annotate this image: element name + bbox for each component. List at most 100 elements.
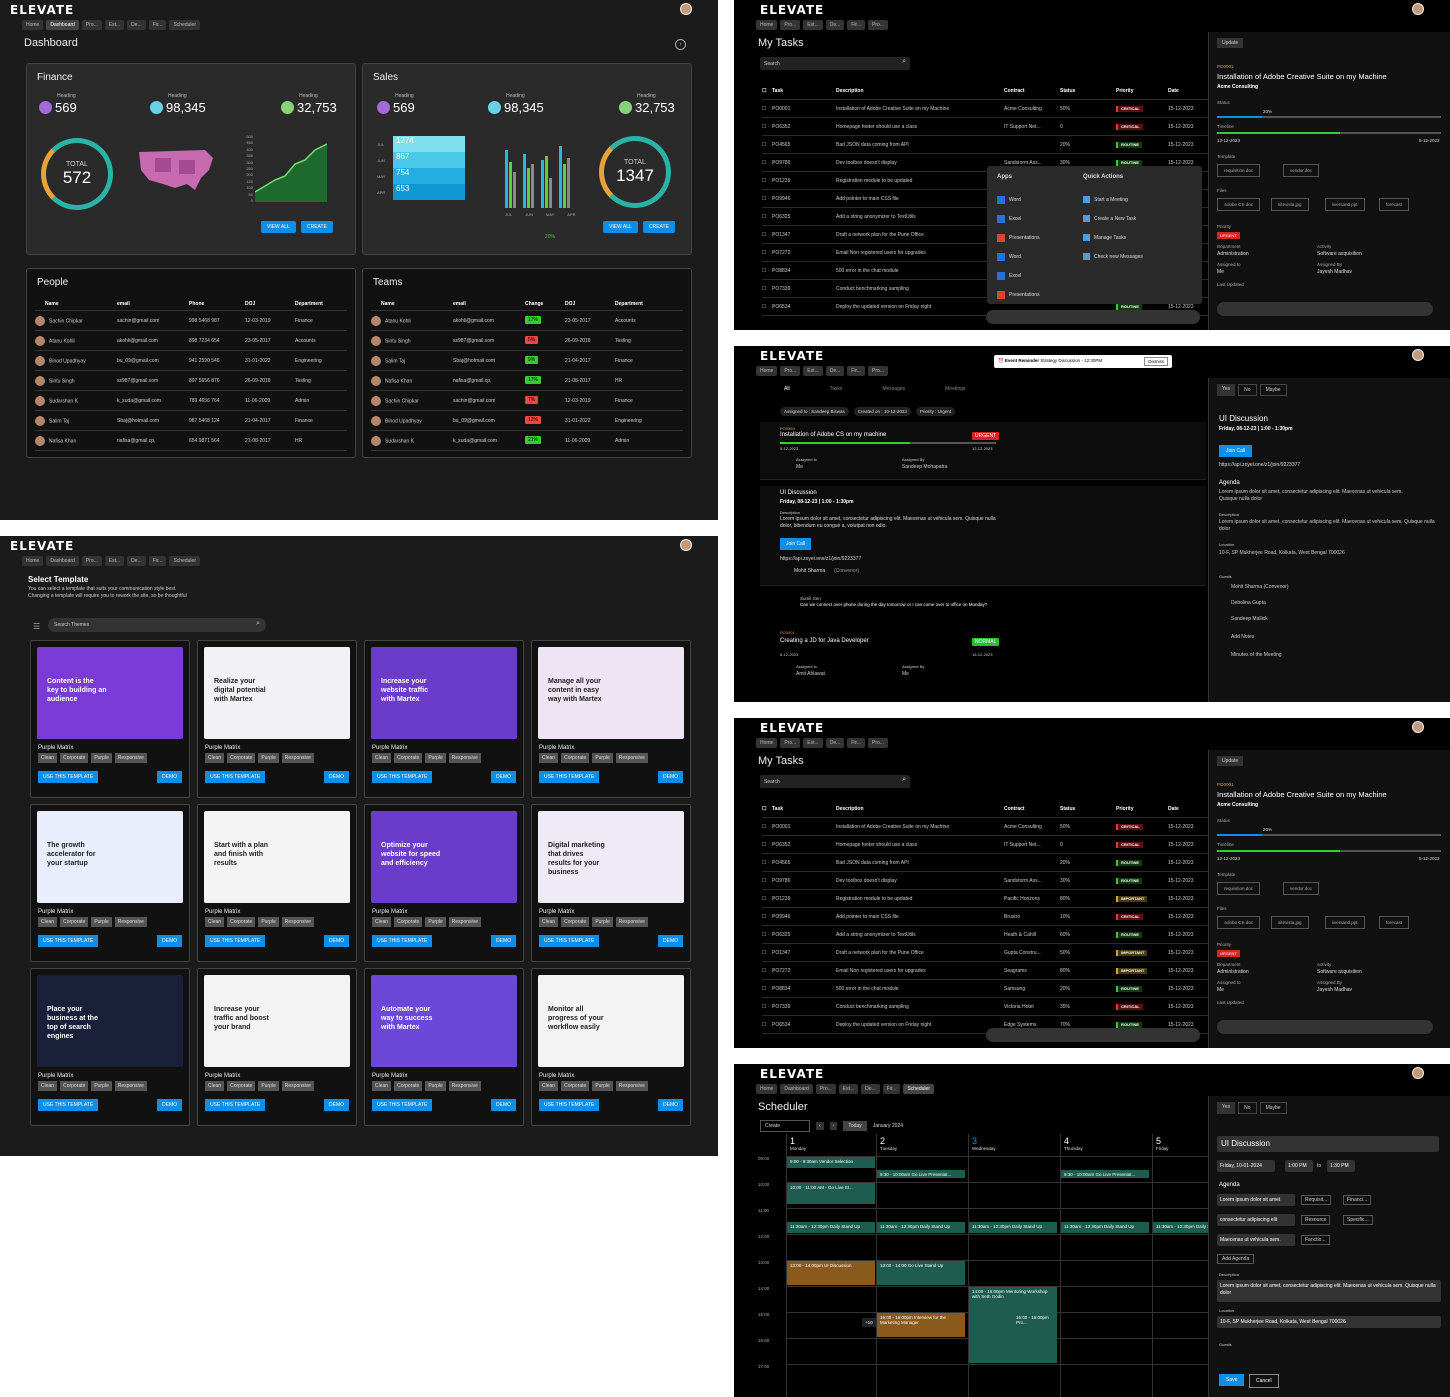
tab-project-2[interactable]: Pro... xyxy=(868,738,888,748)
tab-estimate[interactable]: Est... xyxy=(838,1084,859,1094)
template-card[interactable]: Manage all your content in easy way with… xyxy=(531,640,691,798)
use-template-button[interactable]: USE THIS TEMPLATE xyxy=(372,935,433,947)
row-checkbox[interactable]: ☐ xyxy=(762,842,772,848)
filter-icon[interactable]: ☰ xyxy=(33,622,40,631)
doc-chip[interactable]: Requisit... xyxy=(1301,1195,1332,1205)
tab-home[interactable]: Home xyxy=(756,1084,778,1094)
use-template-button[interactable]: USE THIS TEMPLATE xyxy=(205,935,266,947)
tab-finance[interactable]: Fir... xyxy=(847,20,865,30)
use-template-button[interactable]: USE THIS TEMPLATE xyxy=(372,1099,433,1111)
demo-button[interactable]: DEMO xyxy=(491,771,516,783)
table-row[interactable]: ☐ PO9786 Dev toolbox doesn't display Sandst… xyxy=(762,872,1208,890)
rsvp-yes-button[interactable]: Yes xyxy=(1217,1102,1236,1114)
table-row[interactable]: Salim Taj Sbaj@hotmail.com 9% 21-04-2017 Fin… xyxy=(371,351,683,371)
tab-project-2[interactable]: Pro... xyxy=(868,366,888,376)
tab-scheduler[interactable]: Scheduler xyxy=(169,556,200,566)
agenda-item[interactable]: Lorem ipsum dolor sit amet xyxy=(1217,1194,1295,1206)
task-id[interactable]: PO8834 xyxy=(772,986,836,992)
comment-input[interactable] xyxy=(1217,302,1433,316)
rsvp-no-button[interactable]: No xyxy=(1238,1102,1257,1114)
row-checkbox[interactable]: ☐ xyxy=(762,986,772,992)
update-button[interactable]: Update xyxy=(1217,38,1244,48)
row-checkbox[interactable]: ☐ xyxy=(762,1022,772,1028)
task-id[interactable]: PO9946 xyxy=(772,914,836,920)
avatar[interactable] xyxy=(1412,1067,1424,1079)
tab-dev[interactable]: De... xyxy=(825,20,845,30)
update-button[interactable]: Update xyxy=(1217,756,1244,766)
use-template-button[interactable]: USE THIS TEMPLATE xyxy=(205,771,266,783)
avatar[interactable] xyxy=(680,539,692,551)
table-row[interactable]: ☐ PO4565 Bad JSON data coming from API 20% R… xyxy=(762,854,1208,872)
row-checkbox[interactable]: ☐ xyxy=(762,878,772,884)
calendar-event[interactable]: 13:00 - 14:00pm UI Discussion xyxy=(787,1261,875,1285)
create-dropdown[interactable]: Create xyxy=(760,1120,810,1132)
tab-project[interactable]: Pro... xyxy=(81,556,102,566)
search-icon[interactable]: ⌕ xyxy=(902,776,906,784)
quick-action-item[interactable]: Create a New Task xyxy=(1083,209,1143,228)
demo-button[interactable]: DEMO xyxy=(658,935,683,947)
template-file[interactable]: requisition.doc xyxy=(1217,882,1261,895)
add-agenda-button[interactable]: Add Agenda xyxy=(1217,1254,1255,1264)
calendar-event[interactable]: 11:30am - 12:30pm Daily Stand Up xyxy=(969,1222,1057,1233)
demo-button[interactable]: DEMO xyxy=(658,1099,683,1111)
search-icon[interactable]: ⌕ xyxy=(902,58,906,66)
tab-home[interactable]: Home xyxy=(756,738,778,748)
table-row[interactable]: Nafisa Khan nafisa@gmail.cp, 17% 21-08-2017… xyxy=(371,371,683,391)
table-row[interactable]: Sudarshan Kk_suda@gmail.com 21% 11-06-2009… xyxy=(371,431,683,451)
filter-chip[interactable]: Assigned to : Sandeep Biswas xyxy=(780,407,849,416)
table-row[interactable]: ☐ PO1239 Registration module to be updated… xyxy=(762,890,1208,908)
agenda-item[interactable]: Maecenas ut vehicula sem. xyxy=(1217,1234,1295,1246)
tab-project[interactable]: Pro... xyxy=(780,738,801,748)
rsvp-yes-button[interactable]: Yes xyxy=(1217,384,1236,396)
tab-tasks[interactable]: Tasks xyxy=(830,386,843,392)
filter-chip[interactable]: Priority : Urgent xyxy=(915,407,956,416)
demo-button[interactable]: DEMO xyxy=(491,1099,516,1111)
select-all-checkbox[interactable]: ☐ xyxy=(762,806,772,812)
app-item[interactable]: Excel xyxy=(997,266,1040,285)
row-checkbox[interactable]: ☐ xyxy=(762,932,772,938)
task-id[interactable]: PO6352 xyxy=(772,124,836,130)
tab-scheduler[interactable]: Scheduler xyxy=(169,20,200,30)
agenda-item[interactable]: consectetur adipiscing elit xyxy=(1217,1214,1295,1226)
template-file[interactable]: vendor.doc xyxy=(1283,882,1320,895)
table-row[interactable]: Sintu Singh ss987@gmail.com 897 5656 876 26… xyxy=(35,371,347,391)
row-checkbox[interactable]: ☐ xyxy=(762,214,772,220)
row-checkbox[interactable]: ☐ xyxy=(762,896,772,902)
search-input[interactable]: Search ⌕ xyxy=(760,57,910,70)
quick-action-item[interactable]: Manage Tasks xyxy=(1083,228,1143,247)
template-card[interactable]: Increase your traffic and boost your bra… xyxy=(197,968,357,1126)
attached-file[interactable]: forecast xyxy=(1379,198,1410,211)
message-item[interactable]: Sumit Sen Can we connect over phone duri… xyxy=(760,592,1206,622)
use-template-button[interactable]: USE THIS TEMPLATE xyxy=(38,1099,99,1111)
table-row[interactable]: ☐ PO6352 Homepage footer should use a clas… xyxy=(762,118,1208,136)
join-call-button[interactable]: Join Call xyxy=(780,538,812,550)
table-row[interactable]: Sudarshan Kk_suda@gmail.com 789 4656 764 1… xyxy=(35,391,347,411)
row-checkbox[interactable]: ☐ xyxy=(762,124,772,130)
end-time-field[interactable]: 1:30 PM xyxy=(1327,1160,1355,1172)
finance-view-all-button[interactable]: VIEW ALL xyxy=(261,221,296,233)
calendar-event[interactable]: 9:30 - 10:00am Go Live Presentat... xyxy=(877,1170,965,1179)
template-file[interactable]: requisition.doc xyxy=(1217,164,1261,177)
start-time-field[interactable]: 1:00 PM xyxy=(1285,1160,1313,1172)
table-row[interactable]: ☐ PO1347 Draft a network plan for the Pune… xyxy=(762,944,1208,962)
join-call-button[interactable]: Join Call xyxy=(1219,445,1253,457)
tab-meetings[interactable]: Meetings xyxy=(945,386,965,392)
tab-dashboard[interactable]: Dashboard xyxy=(780,1084,813,1094)
rsvp-maybe-button[interactable]: Maybe xyxy=(1259,1102,1287,1114)
demo-button[interactable]: DEMO xyxy=(658,771,683,783)
tab-estimate[interactable]: Est... xyxy=(803,366,823,376)
meeting-item[interactable]: UI Discussion Friday, 08-12-23 | 1:00 - … xyxy=(760,486,1206,586)
filter-chip[interactable]: Created on : 10-12-2023 xyxy=(853,407,911,416)
task-id[interactable]: PO1239 xyxy=(772,178,836,184)
arrow-right-icon[interactable]: › xyxy=(675,39,686,50)
task-id[interactable]: PO6534 xyxy=(772,304,836,310)
tab-estimate[interactable]: Est... xyxy=(803,20,823,30)
description-field[interactable]: Lorem ipsum dolor sit amet, consectetur … xyxy=(1217,1280,1441,1302)
table-row[interactable]: Sintu Singh ss987@gmail.com 5% 26-09-2018 Te… xyxy=(371,331,683,351)
use-template-button[interactable]: USE THIS TEMPLATE xyxy=(539,771,600,783)
app-item[interactable]: Word xyxy=(997,190,1040,209)
use-template-button[interactable]: USE THIS TEMPLATE xyxy=(372,771,433,783)
row-checkbox[interactable]: ☐ xyxy=(762,286,772,292)
table-row[interactable]: ☐ PO7272 Email Non registered users for up… xyxy=(762,962,1208,980)
table-row[interactable]: ☐ PO6325 Add a string anonymizer to TextUt… xyxy=(762,926,1208,944)
